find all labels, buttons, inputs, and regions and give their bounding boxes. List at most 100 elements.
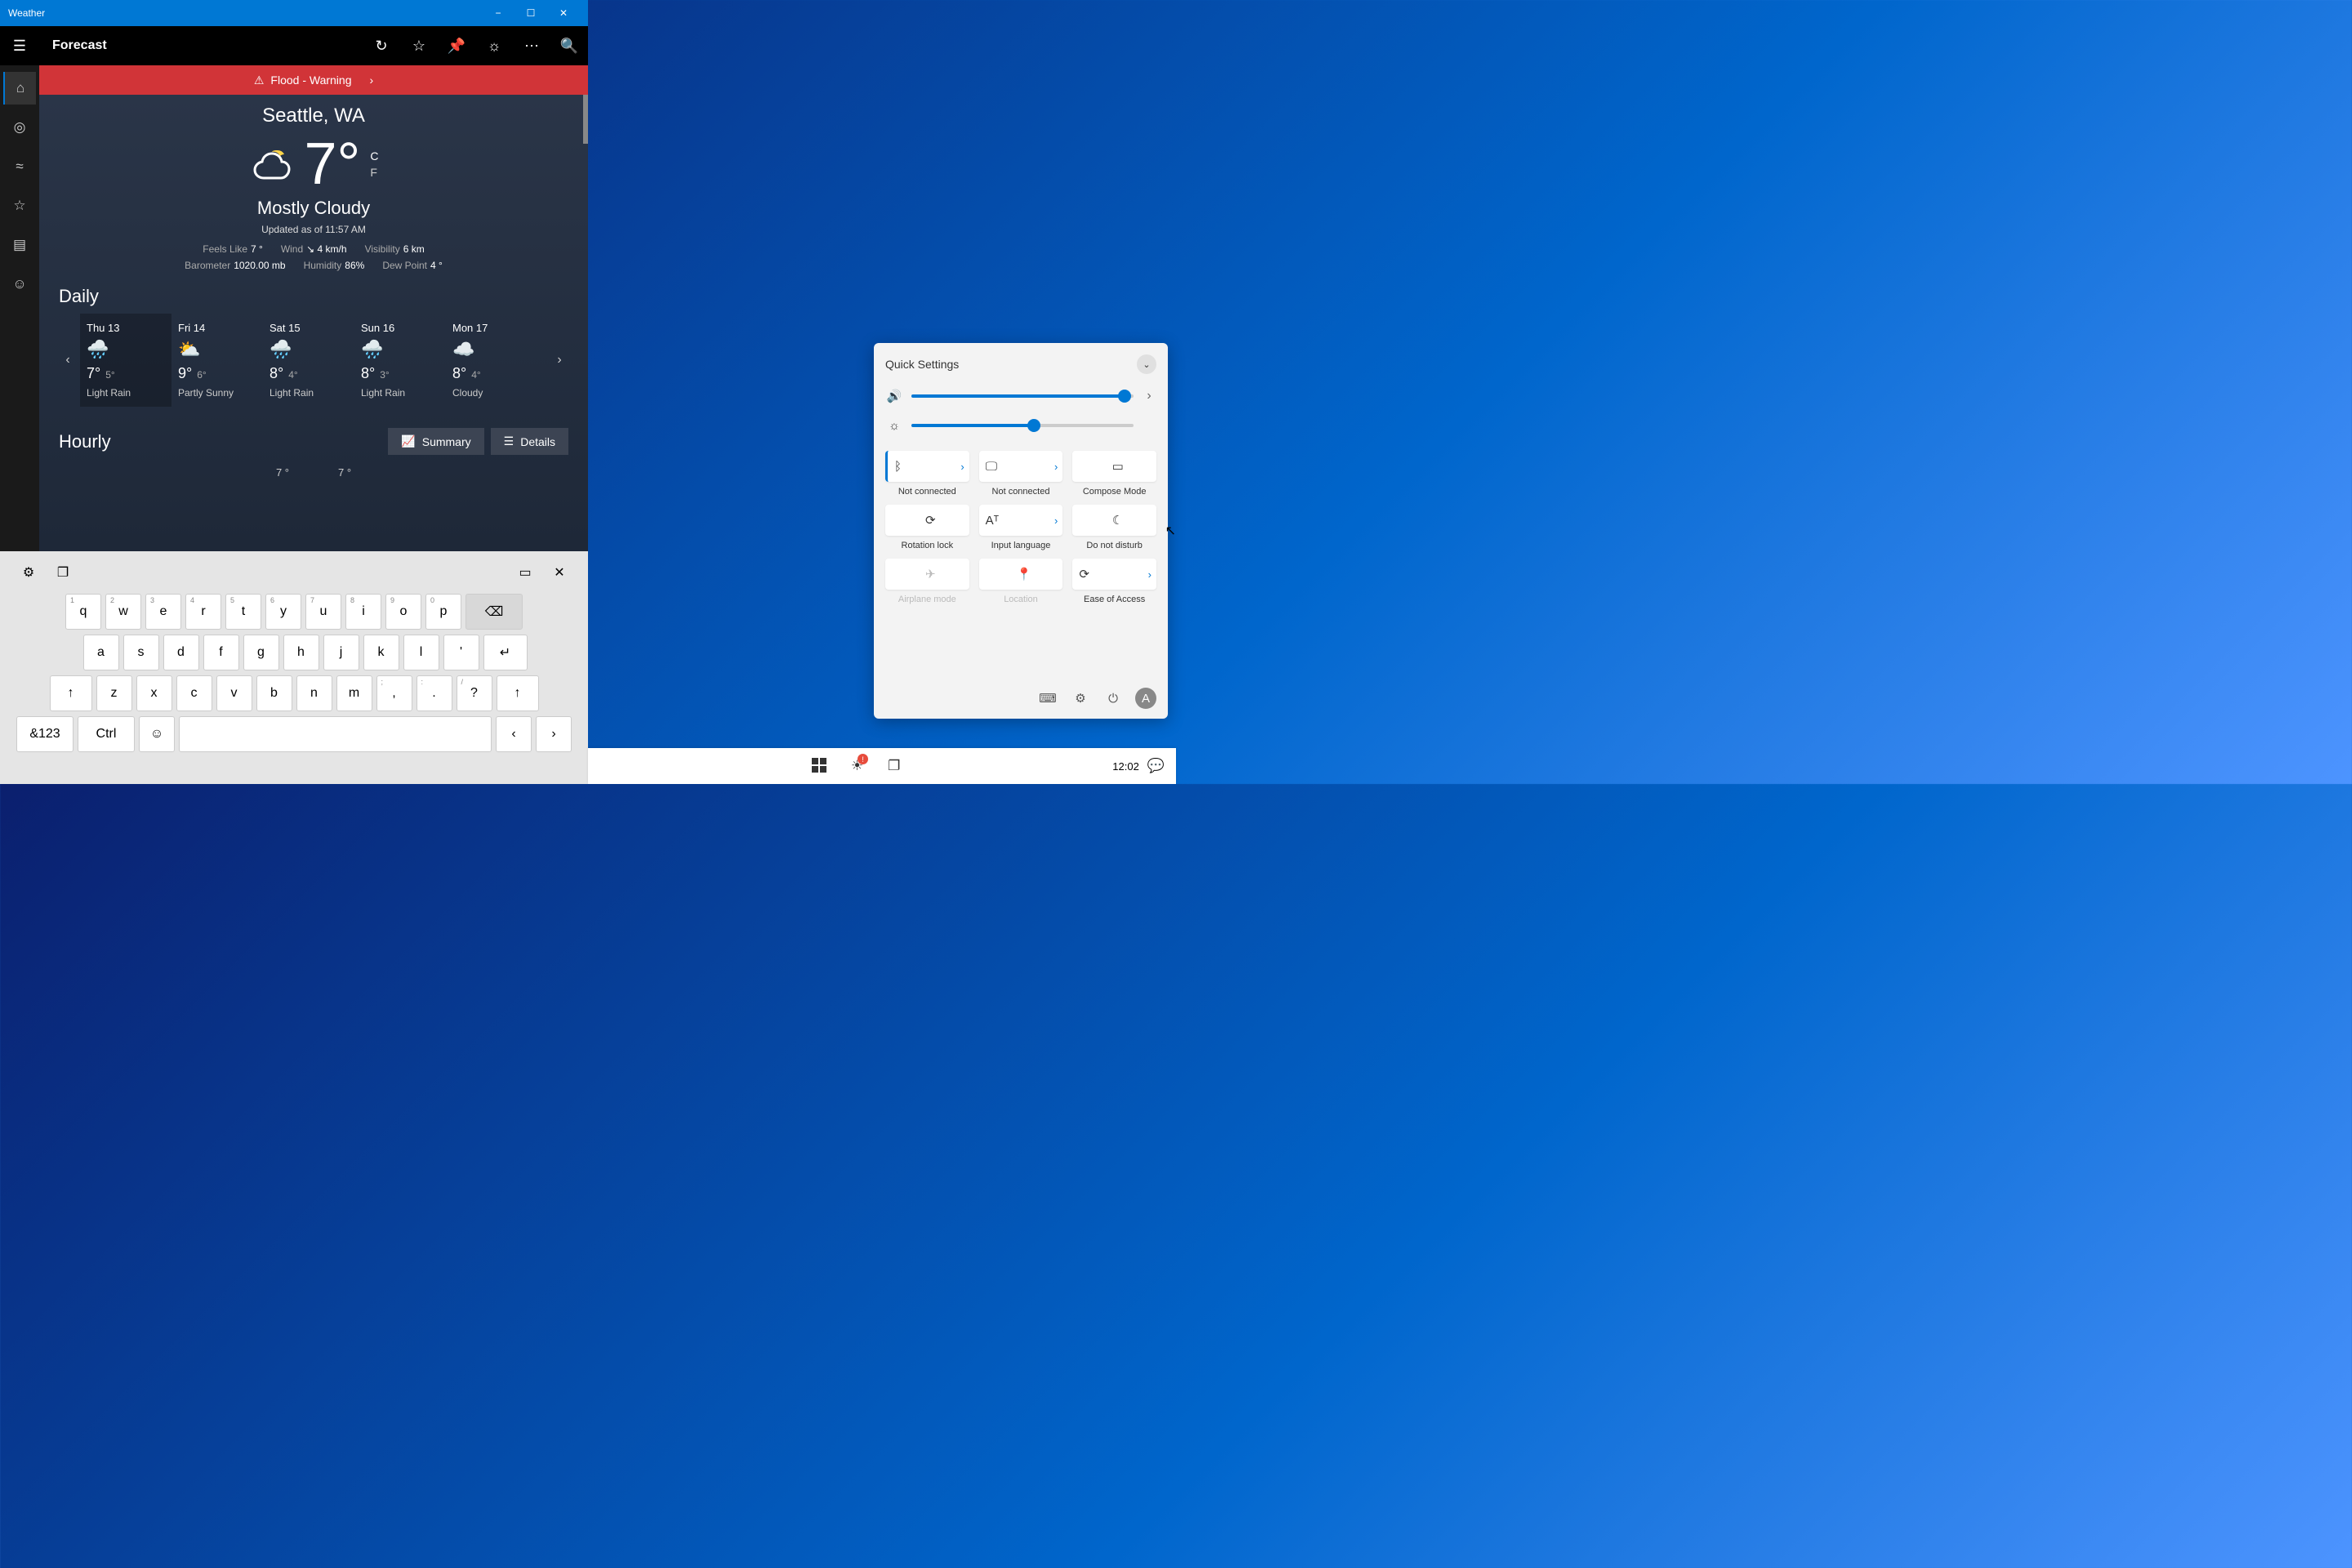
brightness-slider[interactable]: ☼ › [885,418,1156,433]
key-x[interactable]: x [136,675,172,711]
qs-tile-display[interactable]: 🖵› [979,451,1063,482]
key-t[interactable]: 5t [225,594,261,630]
minimize-button[interactable]: − [482,7,514,19]
volume-slider[interactable]: 🔊 › [885,389,1156,403]
start-button[interactable] [812,758,826,774]
day-card[interactable]: Mon 17 ☁️ 8°4° Cloudy [446,314,537,407]
close-button[interactable]: ✕ [547,7,580,19]
unit-f[interactable]: F [370,166,378,179]
key-n[interactable]: n [296,675,332,711]
weather-window: Weather − ☐ ✕ ☰ ⌂ ◎ ≈ ☆ ▤ ☺ Forecast ↻ ☆ [0,0,588,551]
key-h[interactable]: h [283,635,319,670]
units-button[interactable]: ☼ [475,26,513,65]
qs-avatar[interactable]: A [1135,688,1156,709]
key-a[interactable]: a [83,635,119,670]
key-r[interactable]: 4r [185,594,221,630]
nav-home[interactable]: ⌂ [3,72,36,105]
weather-alert[interactable]: ⚠ Flood - Warning › [39,65,588,95]
key-enter[interactable]: ↵ [483,635,528,670]
qs-collapse-button[interactable]: ⌄ [1137,354,1156,374]
action-center-icon[interactable]: 💬 [1147,758,1165,774]
key-right[interactable]: › [536,716,572,752]
key-i[interactable]: 8i [345,594,381,630]
nav-maps[interactable]: ◎ [3,111,36,144]
scrollbar[interactable] [583,95,588,551]
key-question[interactable]: /? [457,675,492,711]
search-button[interactable]: 🔍 [550,26,588,65]
key-g[interactable]: g [243,635,279,670]
summary-toggle[interactable]: 📈Summary [388,428,483,455]
details-toggle[interactable]: ☰Details [491,428,568,455]
key-f[interactable]: f [203,635,239,670]
qs-tile-rotation[interactable]: ⟳ [885,505,969,536]
key-period[interactable]: :. [416,675,452,711]
volume-expand[interactable]: › [1142,389,1156,403]
clock[interactable]: 12:02 [1112,760,1139,773]
unit-c[interactable]: C [370,149,378,163]
key-comma[interactable]: ;, [376,675,412,711]
key-symbols[interactable]: &123 [16,716,74,752]
key-ctrl[interactable]: Ctrl [78,716,135,752]
day-card[interactable]: Sat 15 🌧️ 8°4° Light Rain [263,314,354,407]
refresh-button[interactable]: ↻ [363,26,400,65]
qs-title: Quick Settings [885,358,959,371]
daily-prev[interactable]: ‹ [59,353,77,368]
key-l[interactable]: l [403,635,439,670]
key-'[interactable]: ' [443,635,479,670]
key-c[interactable]: c [176,675,212,711]
nav-feedback[interactable]: ☺ [3,268,36,301]
key-k[interactable]: k [363,635,399,670]
key-backspace[interactable]: ⌫ [466,594,523,630]
nav-news[interactable]: ▤ [3,229,36,261]
maximize-button[interactable]: ☐ [514,7,547,19]
nav-favorites[interactable]: ☆ [3,189,36,222]
qs-settings-icon[interactable]: ⚙ [1070,688,1091,709]
kbd-settings-icon[interactable]: ⚙ [16,564,41,581]
hamburger-button[interactable]: ☰ [0,26,39,65]
key-z[interactable]: z [96,675,132,711]
hourly-header: Hourly [59,431,111,452]
key-u[interactable]: 7u [305,594,341,630]
key-shift-left[interactable]: ↑ [50,675,92,711]
qs-tile-dnd[interactable]: ☾ [1072,505,1156,536]
favorite-button[interactable]: ☆ [400,26,438,65]
qs-tile-airplane: ✈ [885,559,969,590]
day-card[interactable]: Fri 14 ⛅ 9°6° Partly Sunny [172,314,263,407]
key-d[interactable]: d [163,635,199,670]
qs-tile-bt[interactable]: ᛒ› [885,451,969,482]
key-o[interactable]: 9o [385,594,421,630]
qs-power-icon[interactable]: ⏻ [1102,688,1124,709]
nav-historical[interactable]: ≈ [3,150,36,183]
key-w[interactable]: 2w [105,594,141,630]
kbd-clipboard-icon[interactable]: ❐ [51,564,75,581]
key-left[interactable]: ‹ [496,716,532,752]
day-card[interactable]: Sun 16 🌧️ 8°3° Light Rain [354,314,446,407]
qs-tile-lang[interactable]: Aᵀ› [979,505,1063,536]
key-s[interactable]: s [123,635,159,670]
key-m[interactable]: m [336,675,372,711]
key-y[interactable]: 6y [265,594,301,630]
daily-next[interactable]: › [550,353,568,368]
kbd-dock-icon[interactable]: ▭ [513,564,537,581]
qs-tile-compose[interactable]: ▭ [1072,451,1156,482]
key-j[interactable]: j [323,635,359,670]
key-p[interactable]: 0p [425,594,461,630]
key-v[interactable]: v [216,675,252,711]
key-b[interactable]: b [256,675,292,711]
scroll-thumb[interactable] [583,95,588,144]
key-emoji[interactable]: ☺ [139,716,175,752]
qs-keyboard-icon[interactable]: ⌨ [1037,688,1058,709]
page-title: Forecast [39,38,107,53]
qs-tile-ease[interactable]: ⟳› [1072,559,1156,590]
pin-button[interactable]: 📌 [438,26,475,65]
key-shift-right[interactable]: ↑ [497,675,539,711]
key-space[interactable] [179,716,492,752]
key-q[interactable]: 1q [65,594,101,630]
taskbar-weather-icon[interactable]: ☀ [851,758,863,774]
baro-value: 1020.00 mb [234,260,285,271]
kbd-close-icon[interactable]: ✕ [547,564,572,581]
task-view-icon[interactable]: ❐ [888,758,900,774]
day-card[interactable]: Thu 13 🌧️ 7°5° Light Rain [80,314,172,407]
key-e[interactable]: 3e [145,594,181,630]
more-button[interactable]: ⋯ [513,26,550,65]
